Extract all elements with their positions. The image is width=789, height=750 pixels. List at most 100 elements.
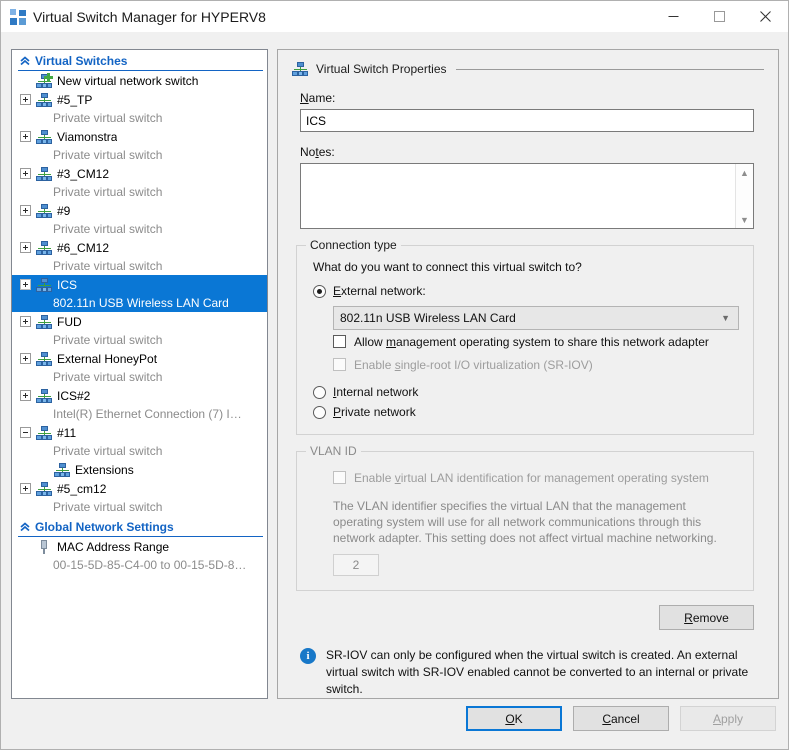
close-button[interactable] bbox=[742, 1, 788, 32]
tree-item-subtitle: 802.11n USB Wireless LAN Card bbox=[12, 294, 267, 312]
tree-item[interactable]: MAC Address Range 00-15-5D-85-C4-00 to 00… bbox=[12, 537, 267, 574]
expand-expander-icon[interactable] bbox=[20, 242, 31, 253]
scroll-down-icon[interactable]: ▼ bbox=[740, 211, 749, 228]
expand-expander-icon[interactable] bbox=[20, 353, 31, 364]
tree-row[interactable]: #3_CM12 bbox=[12, 164, 267, 183]
internal-network-radio-row[interactable]: Internal network bbox=[313, 382, 743, 402]
expand-expander-icon[interactable] bbox=[20, 390, 31, 401]
expand-expander-icon[interactable] bbox=[20, 94, 31, 105]
virtual-switch-icon bbox=[36, 388, 52, 404]
external-network-radio[interactable] bbox=[313, 284, 326, 298]
tree-row[interactable]: #11 bbox=[12, 423, 267, 442]
name-input[interactable]: ICS bbox=[300, 109, 754, 132]
tree-item[interactable]: #3_CM12 Private virtual switch bbox=[12, 164, 267, 201]
virtual-switch-icon bbox=[36, 166, 52, 182]
expand-expander-icon[interactable] bbox=[20, 279, 31, 290]
chevron-up-icon[interactable] bbox=[18, 520, 32, 534]
remove-button[interactable]: Remove bbox=[659, 605, 754, 630]
tree-item-subtitle: Intel(R) Ethernet Connection (7) I… bbox=[12, 405, 267, 423]
tree-item-subtitle: Private virtual switch bbox=[12, 368, 267, 386]
virtual-switch-icon bbox=[292, 61, 308, 77]
tree-item[interactable]: New virtual network switch bbox=[12, 71, 267, 90]
external-adapter-value: 802.11n USB Wireless LAN Card bbox=[340, 311, 516, 325]
tree-item[interactable]: ICS 802.11n USB Wireless LAN Card bbox=[12, 275, 267, 312]
enable-sriov-checkbox bbox=[333, 358, 346, 371]
tree-row[interactable]: External HoneyPot bbox=[12, 349, 267, 368]
tree-item-label: Extensions bbox=[75, 462, 134, 477]
tree-row[interactable]: #5_TP bbox=[12, 90, 267, 109]
footer-buttons: OK Cancel Apply bbox=[466, 706, 776, 731]
expand-expander-icon[interactable] bbox=[20, 205, 31, 216]
collapse-expander-icon[interactable] bbox=[20, 427, 31, 438]
ok-button[interactable]: OK bbox=[466, 706, 562, 731]
tree-row[interactable]: New virtual network switch bbox=[12, 71, 267, 90]
tree-row[interactable]: ICS#2 bbox=[12, 386, 267, 405]
tree-item[interactable]: #5_cm12 Private virtual switch bbox=[12, 479, 267, 516]
tree-item-subtitle: Private virtual switch bbox=[12, 498, 267, 516]
tree-row[interactable]: #6_CM12 bbox=[12, 238, 267, 257]
minimize-button[interactable] bbox=[650, 1, 696, 32]
private-network-radio-row[interactable]: Private network bbox=[313, 402, 743, 422]
external-network-radio-row[interactable]: External network: bbox=[313, 281, 743, 301]
name-label: Name: bbox=[300, 91, 336, 105]
connection-type-title: Connection type bbox=[306, 238, 401, 252]
tree-section-label: Global Network Settings bbox=[35, 519, 174, 534]
tree-item[interactable]: External HoneyPot Private virtual switch bbox=[12, 349, 267, 386]
notes-textarea[interactable]: ▲ ▼ bbox=[300, 163, 754, 229]
scroll-up-icon[interactable]: ▲ bbox=[740, 164, 749, 181]
tree-section-global-network-settings[interactable]: Global Network Settings bbox=[12, 516, 267, 537]
expand-expander-icon[interactable] bbox=[20, 316, 31, 327]
tree-row[interactable]: Viamonstra bbox=[12, 127, 267, 146]
private-network-radio[interactable] bbox=[313, 405, 326, 419]
information-icon: i bbox=[300, 648, 316, 664]
enable-sriov-label: Enable single-root I/O virtualization (S… bbox=[354, 357, 593, 372]
virtual-switch-manager-dialog: Virtual Switch Manager for HYPERV8 Virtu… bbox=[0, 0, 789, 750]
dialog-footer: OK Cancel Apply bbox=[1, 697, 788, 749]
tree-row[interactable]: Extensions bbox=[12, 460, 267, 479]
tree-row[interactable]: #5_cm12 bbox=[12, 479, 267, 498]
tree-row[interactable]: ICS bbox=[12, 275, 267, 294]
tree-section-virtual-switches[interactable]: Virtual Switches bbox=[12, 50, 267, 71]
tree-item[interactable]: ICS#2 Intel(R) Ethernet Connection (7) I… bbox=[12, 386, 267, 423]
tree-item-subtitle-text: 802.11n USB Wireless LAN Card bbox=[53, 296, 229, 310]
enable-vlan-checkbox bbox=[333, 471, 346, 484]
maximize-button[interactable] bbox=[696, 1, 742, 32]
tree-item[interactable]: #6_CM12 Private virtual switch bbox=[12, 238, 267, 275]
tree-row[interactable]: FUD bbox=[12, 312, 267, 331]
expander-spacer bbox=[20, 464, 31, 475]
vlan-description: The VLAN identifier specifies the virtua… bbox=[333, 499, 717, 545]
expand-expander-icon[interactable] bbox=[20, 168, 31, 179]
external-adapter-dropdown[interactable]: 802.11n USB Wireless LAN Card ▼ bbox=[333, 306, 739, 330]
internal-network-radio[interactable] bbox=[313, 385, 326, 399]
tree-item-label: #11 bbox=[57, 425, 77, 440]
tree-item-label: ICS bbox=[57, 277, 78, 292]
virtual-switch-icon bbox=[54, 462, 70, 478]
tree-item[interactable]: Extensions bbox=[12, 460, 267, 479]
tree-item-label: Viamonstra bbox=[57, 129, 118, 144]
allow-management-os-row[interactable]: Allow management operating system to sha… bbox=[333, 330, 743, 353]
tree-item[interactable]: #11 Private virtual switch bbox=[12, 423, 267, 460]
tree-item[interactable]: FUD Private virtual switch bbox=[12, 312, 267, 349]
chevron-up-icon[interactable] bbox=[18, 54, 32, 68]
expand-expander-icon[interactable] bbox=[20, 483, 31, 494]
cancel-button[interactable]: Cancel bbox=[573, 706, 669, 731]
expand-expander-icon[interactable] bbox=[20, 131, 31, 142]
panes: Virtual Switches New virtual network swit… bbox=[11, 49, 779, 699]
allow-management-os-checkbox[interactable] bbox=[333, 335, 346, 348]
notes-scrollbar[interactable]: ▲ ▼ bbox=[735, 164, 753, 228]
enable-vlan-label: Enable virtual LAN identification for ma… bbox=[354, 470, 709, 485]
connection-type-question: What do you want to connect this virtual… bbox=[313, 260, 582, 274]
tree-row[interactable]: #9 bbox=[12, 201, 267, 220]
virtual-switch-icon bbox=[36, 129, 52, 145]
navigation-tree-pane[interactable]: Virtual Switches New virtual network swit… bbox=[11, 49, 268, 699]
tree-item[interactable]: Viamonstra Private virtual switch bbox=[12, 127, 267, 164]
apply-button[interactable]: Apply bbox=[680, 706, 776, 731]
navigation-tree[interactable]: Virtual Switches New virtual network swit… bbox=[12, 50, 267, 698]
tree-item-subtitle-text: Private virtual switch bbox=[53, 370, 163, 384]
tree-row[interactable]: MAC Address Range bbox=[12, 537, 267, 556]
tree-item[interactable]: #5_TP Private virtual switch bbox=[12, 90, 267, 127]
tree-item[interactable]: #9 Private virtual switch bbox=[12, 201, 267, 238]
expander-spacer bbox=[20, 75, 31, 86]
chevron-down-icon: ▼ bbox=[721, 313, 730, 323]
expander-spacer bbox=[20, 541, 31, 552]
